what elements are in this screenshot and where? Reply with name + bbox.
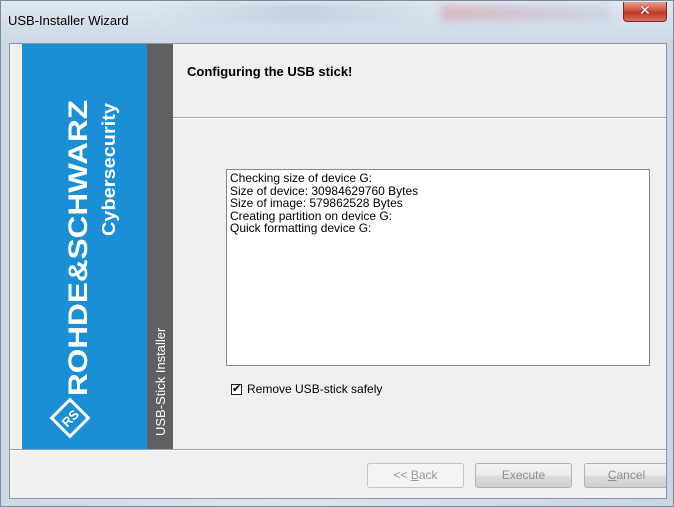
cancel-button-label: ancel: [616, 468, 646, 482]
rs-diamond-logo-icon: RS: [49, 397, 91, 439]
brand-panel: ROHDE&SCHWARZ Cybersecurity RS: [22, 44, 147, 449]
footer-divider: [10, 449, 666, 451]
close-button[interactable]: ✕: [623, 2, 667, 22]
blurred-background-text: [151, 3, 451, 23]
brand-artwork: ROHDE&SCHWARZ Cybersecurity RS: [22, 44, 147, 449]
wizard-client-area: ROHDE&SCHWARZ Cybersecurity RS USB-Stick…: [9, 43, 667, 499]
back-button[interactable]: << Back: [367, 463, 464, 488]
execute-button-label: Execute: [501, 468, 546, 482]
wizard-content: Checking size of device G: Size of devic…: [173, 119, 666, 449]
window-title: USB-Installer Wizard: [8, 13, 129, 28]
side-strip: USB-Stick Installer: [147, 44, 173, 449]
blurred-background-text-2: [441, 5, 611, 21]
back-button-mnemonic: B: [410, 468, 419, 482]
side-strip-label: USB-Stick Installer: [153, 327, 168, 436]
brand-company-text: ROHDE&SCHWARZ: [63, 100, 93, 396]
log-line: Checking size of device G:: [230, 171, 373, 185]
page-title: Configuring the USB stick!: [187, 64, 353, 79]
title-bar[interactable]: USB-Installer Wizard ✕: [1, 1, 673, 43]
installer-window: USB-Installer Wizard ✕ ROHDE&SCHWARZ Cyb…: [0, 0, 674, 507]
remove-safely-label[interactable]: Remove USB-stick safely: [247, 382, 382, 396]
checkmark-icon: ✔: [232, 381, 242, 395]
wizard-header: Configuring the USB stick!: [173, 44, 666, 117]
back-button-label: ack: [418, 468, 438, 482]
cancel-button[interactable]: Cancel: [584, 463, 666, 488]
progress-log-textbox[interactable]: Checking size of device G: Size of devic…: [226, 169, 650, 366]
log-line: Quick formatting device G:: [230, 221, 372, 235]
remove-safely-option[interactable]: ✔ Remove USB-stick safely: [231, 381, 382, 397]
execute-button[interactable]: Execute: [475, 463, 572, 488]
brand-division-text: Cybersecurity: [99, 103, 119, 236]
remove-safely-checkbox[interactable]: ✔: [231, 381, 242, 395]
back-button-prefix: <<: [393, 468, 411, 482]
close-icon: ✕: [639, 3, 651, 19]
log-line: Size of image: 579862528 Bytes: [230, 196, 403, 210]
